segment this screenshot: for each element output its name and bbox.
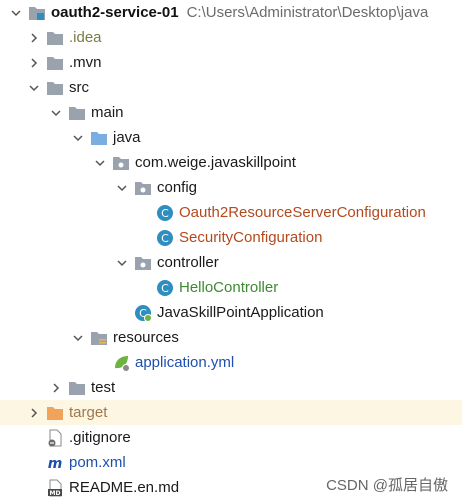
tree-row-target[interactable]: target [0,400,462,425]
folder-icon [46,54,64,72]
svg-text:C: C [161,282,169,295]
folder-label: java [113,129,141,146]
folder-label: config [157,179,198,196]
file-label: HelloController [179,279,279,296]
file-label: README.en.md [69,479,180,496]
package-icon [134,254,152,272]
tree-row-test[interactable]: test [0,375,462,400]
chevron-down-icon[interactable] [70,130,86,146]
gitignore-file-icon [46,429,64,447]
svg-text:MD: MD [50,490,61,497]
svg-text:m: m [48,456,63,472]
svg-text:C: C [161,232,169,245]
tree-row-pom[interactable]: m pom.xml [0,450,462,475]
tree-row-controller[interactable]: controller [0,250,462,275]
tree-row-package[interactable]: com.weige.javaskillpoint [0,150,462,175]
tree-row-security-config[interactable]: C SecurityConfiguration [0,225,462,250]
folder-icon [46,29,64,47]
tree-row-gitignore[interactable]: .gitignore [0,425,462,450]
file-label: SecurityConfiguration [179,229,323,246]
folder-label: test [91,379,116,396]
markdown-file-icon: MD [46,479,64,497]
tree-row-main[interactable]: main [0,100,462,125]
java-class-icon: C [156,204,174,222]
folder-label: target [69,404,108,421]
tree-row-mvn[interactable]: .mvn [0,50,462,75]
svg-text:C: C [161,207,169,220]
folder-label: .mvn [69,54,102,71]
tree-row-resources[interactable]: resources [0,325,462,350]
folder-icon [46,79,64,97]
folder-label: com.weige.javaskillpoint [135,154,296,171]
file-label: .gitignore [69,429,131,446]
chevron-right-icon[interactable] [26,55,42,71]
tree-row-src[interactable]: src [0,75,462,100]
folder-label: resources [113,329,179,346]
chevron-down-icon[interactable] [114,180,130,196]
file-label: JavaSkillPointApplication [157,304,324,321]
project-name: oauth2-service-01 [51,4,179,21]
chevron-down-icon[interactable] [48,105,64,121]
tree-row-hello-controller[interactable]: C HelloController [0,275,462,300]
tree-row-oauth2-config[interactable]: C Oauth2ResourceServerConfiguration [0,200,462,225]
source-root-folder-icon [90,129,108,147]
tree-row-application-yml[interactable]: application.yml [0,350,462,375]
spring-config-file-icon [112,354,130,372]
chevron-down-icon[interactable] [114,255,130,271]
folder-label: controller [157,254,219,271]
tree-row-java[interactable]: java [0,125,462,150]
file-label: application.yml [135,354,235,371]
chevron-down-icon[interactable] [26,80,42,96]
package-icon [112,154,130,172]
chevron-down-icon[interactable] [8,5,24,21]
maven-file-icon: m [46,454,64,472]
tree-row-application-class[interactable]: C JavaSkillPointApplication [0,300,462,325]
chevron-right-icon[interactable] [48,380,64,396]
folder-icon [68,379,86,397]
project-path: C:\Users\Administrator\Desktop\java [186,4,429,21]
chevron-down-icon[interactable] [92,155,108,171]
module-folder-icon [28,4,46,22]
java-class-icon: C [156,279,174,297]
chevron-down-icon[interactable] [70,330,86,346]
file-label: pom.xml [69,454,126,471]
package-icon [134,179,152,197]
java-class-icon: C [156,229,174,247]
tree-row-idea[interactable]: .idea [0,25,462,50]
folder-label: .idea [69,29,102,46]
spring-boot-class-icon: C [134,304,152,322]
tree-row-config[interactable]: config [0,175,462,200]
file-label: Oauth2ResourceServerConfiguration [179,204,426,221]
chevron-right-icon[interactable] [26,30,42,46]
folder-label: src [69,79,89,96]
folder-icon [68,104,86,122]
resources-folder-icon [90,329,108,347]
folder-label: main [91,104,124,121]
excluded-folder-icon [46,404,64,422]
chevron-right-icon[interactable] [26,405,42,421]
watermark: CSDN @孤居自傲 [326,477,448,494]
tree-row-project-root[interactable]: oauth2-service-01 C:\Users\Administrator… [0,0,462,25]
